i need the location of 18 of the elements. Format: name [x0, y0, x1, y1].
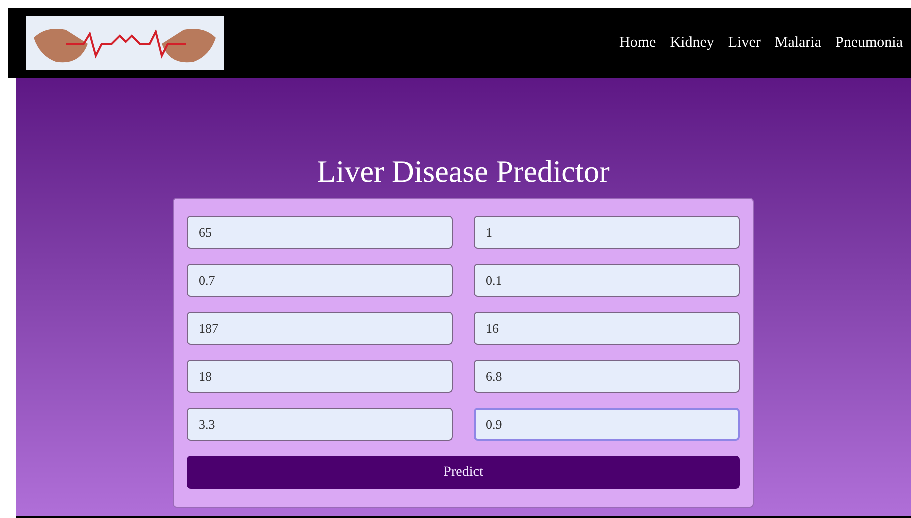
nav-link[interactable]: Liver — [728, 32, 761, 54]
logo-drawing[interactable] — [26, 16, 224, 70]
input-field[interactable]: 3.3 — [187, 408, 453, 441]
page-title: Liver Disease Predictor — [317, 153, 610, 191]
input-field[interactable]: 6.8 — [474, 360, 740, 393]
input-field[interactable]: 1 — [474, 216, 740, 249]
input-field[interactable]: 0.9 — [474, 408, 740, 441]
nav-link[interactable]: Kidney — [670, 32, 714, 54]
nav-link[interactable]: Home — [620, 32, 656, 54]
input-field[interactable]: 18 — [187, 360, 453, 393]
nav-link[interactable]: Pneumonia — [836, 32, 903, 54]
predict-button[interactable]: Predict — [187, 456, 740, 489]
input-field[interactable]: 65 — [187, 216, 453, 249]
input-field[interactable]: 0.7 — [187, 264, 453, 297]
input-field[interactable]: 187 — [187, 312, 453, 345]
input-field[interactable]: 0.1 — [474, 264, 740, 297]
input-field[interactable]: 16 — [474, 312, 740, 345]
nav-link[interactable]: Malaria — [774, 32, 822, 54]
